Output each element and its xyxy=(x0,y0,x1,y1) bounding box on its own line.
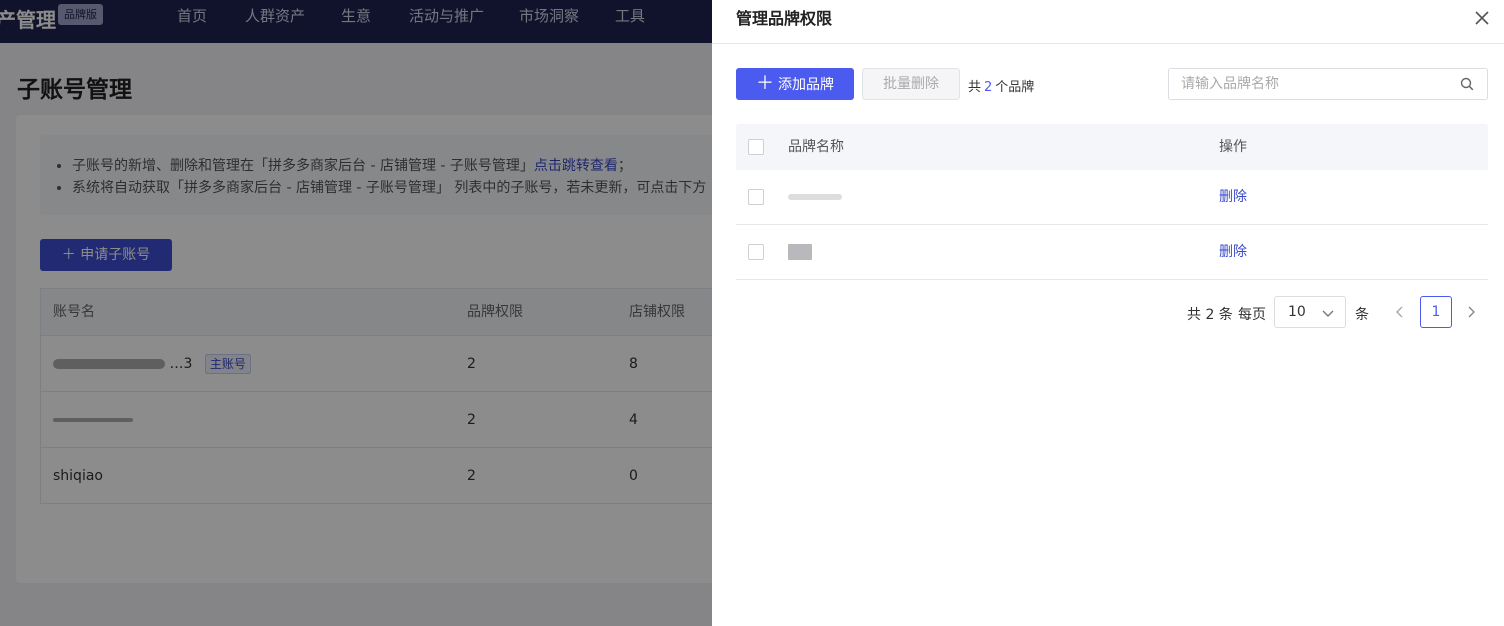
delete-link[interactable]: 删除 xyxy=(1219,170,1247,225)
row-checkbox[interactable] xyxy=(748,244,764,260)
brand-search-box xyxy=(1168,68,1488,100)
chevron-down-icon xyxy=(1321,306,1335,320)
search-icon[interactable] xyxy=(1460,77,1474,91)
column-header-action: 操作 xyxy=(1219,139,1247,155)
delete-link[interactable]: 删除 xyxy=(1219,225,1247,280)
add-brand-label: 添加品牌 xyxy=(778,77,834,93)
modal-overlay[interactable] xyxy=(0,0,712,626)
masked-brand-name xyxy=(788,244,812,260)
pagination-unit: 条 xyxy=(1355,307,1369,323)
add-brand-button[interactable]: ＋ 添加品牌 xyxy=(736,68,854,100)
brand-name-cell xyxy=(788,170,842,225)
brand-table: 品牌名称 操作 删除 删除 xyxy=(736,124,1488,280)
drawer-title: 管理品牌权限 xyxy=(736,9,833,28)
brand-search-input[interactable] xyxy=(1181,69,1451,99)
row-checkbox[interactable] xyxy=(748,189,764,205)
table-header-row: 品牌名称 操作 xyxy=(736,124,1488,170)
page-number-button[interactable]: 1 xyxy=(1420,296,1452,328)
page-size-value: 10 xyxy=(1288,304,1306,320)
brand-permission-drawer: 管理品牌权限 ＋ 添加品牌 批量删除 共2个品牌 品牌名称 操作 删除 xyxy=(712,0,1504,626)
brand-count-prefix: 共 xyxy=(968,80,982,95)
page-size-select[interactable]: 10 xyxy=(1274,296,1346,328)
column-header-brand-name: 品牌名称 xyxy=(788,139,844,155)
pagination-per-page-label: 每页 xyxy=(1238,307,1266,323)
brand-count: 共 2 个品牌 xyxy=(968,76,1034,95)
pagination-total: 共 2 条 xyxy=(1187,307,1233,323)
plus-icon: ＋ xyxy=(756,73,774,94)
table-row: 删除 xyxy=(736,170,1488,225)
select-all-checkbox[interactable] xyxy=(748,139,764,155)
masked-brand-name xyxy=(788,194,842,200)
brand-count-value: 2 xyxy=(984,80,993,95)
batch-delete-button[interactable]: 批量删除 xyxy=(862,68,960,100)
chevron-right-icon[interactable] xyxy=(1463,304,1479,320)
brand-name-cell xyxy=(788,225,812,280)
drawer-header: 管理品牌权限 xyxy=(712,0,1504,44)
close-icon[interactable] xyxy=(1472,8,1492,28)
table-row: 删除 xyxy=(736,225,1488,280)
brand-count-suffix: 个品牌 xyxy=(995,80,1035,95)
chevron-left-icon[interactable] xyxy=(1392,304,1408,320)
